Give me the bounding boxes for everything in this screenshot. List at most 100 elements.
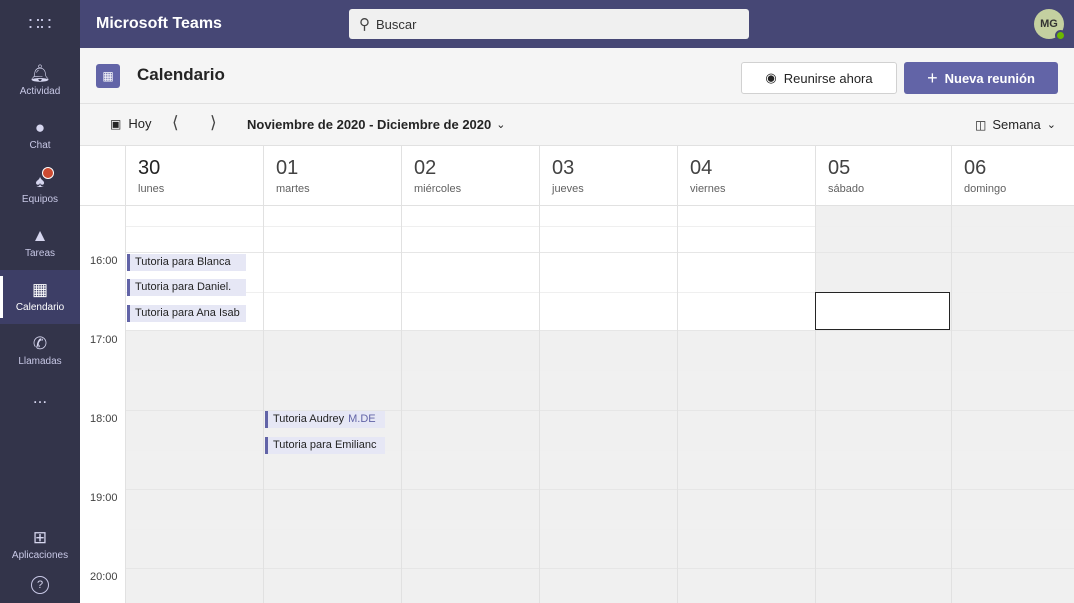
day-number: 05	[828, 157, 851, 179]
day-header-row: 30 lunes 01 martes 02 miércoles 03 jueve…	[80, 146, 1074, 206]
time-label: 18:00	[90, 413, 118, 425]
chevron-right-icon[interactable]: ⟩	[210, 113, 217, 133]
avatar-initials: MG	[1040, 18, 1058, 30]
rail-item-label: Llamadas	[18, 356, 62, 367]
view-selector[interactable]: ◫ Semana ⌄	[975, 117, 1056, 132]
plus-icon: +	[927, 67, 938, 88]
app-rail: 🔔︎ Actividad ● Chat ♠ Equipos ▲ Tareas ▦…	[0, 48, 80, 603]
time-label: 19:00	[90, 492, 118, 504]
rail-item-aplicaciones[interactable]: ⊞ Aplicaciones	[0, 518, 80, 572]
day-name: lunes	[138, 183, 165, 195]
calendar-icon: ▦	[96, 64, 120, 88]
day-name: miércoles	[414, 183, 462, 195]
rail-item-label: Actividad	[19, 86, 61, 97]
day-number: 06	[964, 157, 987, 179]
time-label: 20:00	[90, 571, 118, 583]
bell-icon: 🔔︎	[29, 64, 51, 83]
day-name: sábado	[828, 183, 865, 195]
top-bar: ∷∷ Microsoft Teams ⚲ Buscar MG	[0, 0, 1074, 48]
day-header-5[interactable]: 05 sábado	[815, 146, 951, 206]
calendar-event[interactable]: Tutoria Audrey M.DE	[265, 411, 385, 428]
phone-icon: ✆	[32, 334, 48, 353]
video-camera-icon: ◉	[765, 70, 777, 85]
day-header-0[interactable]: 30 lunes	[125, 146, 263, 206]
calendar-header: ▦ Calendario ◉ Reunirse ahora + Nueva re…	[80, 48, 1074, 104]
rail-item-label: Aplicaciones	[11, 550, 69, 561]
day-number: 04	[690, 157, 713, 179]
calendar-today-icon: ▣	[110, 116, 122, 131]
rail-item-label: Tareas	[24, 248, 55, 259]
rail-item-chat[interactable]: ● Chat	[0, 108, 80, 162]
search-icon: ⚲	[359, 16, 370, 33]
day-column-1[interactable]	[263, 206, 401, 603]
event-title: Tutoria Audrey	[273, 413, 345, 425]
calendar-event[interactable]: Tutoria para Daniel.	[127, 279, 246, 296]
calendar-nav-bar: ▣ Hoy ⟨ ⟩ Noviembre de 2020 - Diciembre …	[80, 104, 1074, 146]
tasks-icon: ▲	[31, 226, 49, 245]
rail-item-label: Calendario	[15, 302, 65, 313]
day-number: 03	[552, 157, 575, 179]
day-column-2[interactable]	[401, 206, 539, 603]
today-label: Hoy	[128, 116, 152, 131]
view-label: Semana	[992, 117, 1041, 132]
date-range-picker[interactable]: Noviembre de 2020 - Diciembre de 2020 ⌄	[247, 117, 505, 132]
event-title: Tutoria para Blanca	[135, 256, 231, 268]
help-icon: ?	[31, 576, 49, 594]
day-column-6[interactable]	[951, 206, 1074, 603]
today-button[interactable]: ▣ Hoy	[110, 116, 151, 131]
day-header-1[interactable]: 01 martes	[263, 146, 401, 206]
calendar-event[interactable]: Tutoria para Ana Isab	[127, 305, 246, 322]
chat-icon: ●	[34, 118, 46, 137]
rail-item-llamadas[interactable]: ✆ Llamadas	[0, 324, 80, 378]
day-number: 30	[138, 157, 161, 179]
day-name: viernes	[690, 183, 726, 195]
apps-icon: ⊞	[32, 528, 48, 547]
day-header-3[interactable]: 03 jueves	[539, 146, 677, 206]
day-column-4[interactable]	[677, 206, 815, 603]
event-organizer: M.DE	[348, 413, 376, 425]
time-label: 16:00	[90, 255, 118, 267]
chevron-down-icon: ⌄	[496, 119, 506, 131]
chevron-left-icon[interactable]: ⟨	[172, 113, 179, 133]
rail-item-equipos[interactable]: ♠ Equipos	[0, 162, 80, 216]
rail-item-label: Equipos	[21, 194, 59, 205]
app-launcher-icon[interactable]: ∷∷	[0, 0, 80, 48]
day-header-4[interactable]: 04 viernes	[677, 146, 815, 206]
day-header-2[interactable]: 02 miércoles	[401, 146, 539, 206]
presence-available-icon	[1055, 30, 1066, 41]
meet-now-label: Reunirse ahora	[783, 70, 873, 86]
event-title: Tutoria para Daniel.	[135, 281, 232, 293]
selected-time-slot[interactable]	[815, 292, 950, 330]
event-title: Tutoria para Emilianc	[273, 439, 377, 451]
help-button[interactable]: ?	[0, 568, 80, 602]
time-label: 17:00	[90, 334, 118, 346]
meet-now-button[interactable]: ◉ Reunirse ahora	[741, 62, 897, 94]
rail-item-actividad[interactable]: 🔔︎ Actividad	[0, 54, 80, 108]
avatar[interactable]: MG	[1034, 9, 1066, 41]
day-name: jueves	[552, 183, 584, 195]
day-column-3[interactable]	[539, 206, 677, 603]
new-meeting-label: Nueva reunión	[944, 70, 1035, 86]
day-number: 01	[276, 157, 299, 179]
day-column-5[interactable]	[815, 206, 951, 603]
rail-item-label: Chat	[29, 140, 51, 151]
calendar-event[interactable]: Tutoria para Emilianc	[265, 437, 385, 454]
event-title: Tutoria para Ana Isab	[135, 307, 240, 319]
more-icon: ...	[32, 388, 48, 407]
search-input[interactable]: ⚲ Buscar	[349, 9, 749, 39]
app-title: Microsoft Teams	[96, 15, 222, 32]
page-title: Calendario	[137, 65, 225, 84]
calendar-event[interactable]: Tutoria para Blanca	[127, 254, 246, 271]
search-placeholder: Buscar	[376, 16, 417, 32]
day-name: domingo	[964, 183, 1007, 195]
notification-badge	[41, 167, 54, 179]
rail-item-tareas[interactable]: ▲ Tareas	[0, 216, 80, 270]
day-name: martes	[276, 183, 310, 195]
new-meeting-button[interactable]: + Nueva reunión	[904, 62, 1058, 94]
day-header-6[interactable]: 06 domingo	[951, 146, 1074, 206]
week-view-icon: ◫	[975, 117, 987, 132]
teams-icon: ♠	[35, 167, 54, 191]
more-apps-button[interactable]: ...	[0, 380, 80, 416]
day-number: 02	[414, 157, 437, 179]
rail-item-calendario[interactable]: ▦ Calendario	[0, 270, 80, 324]
